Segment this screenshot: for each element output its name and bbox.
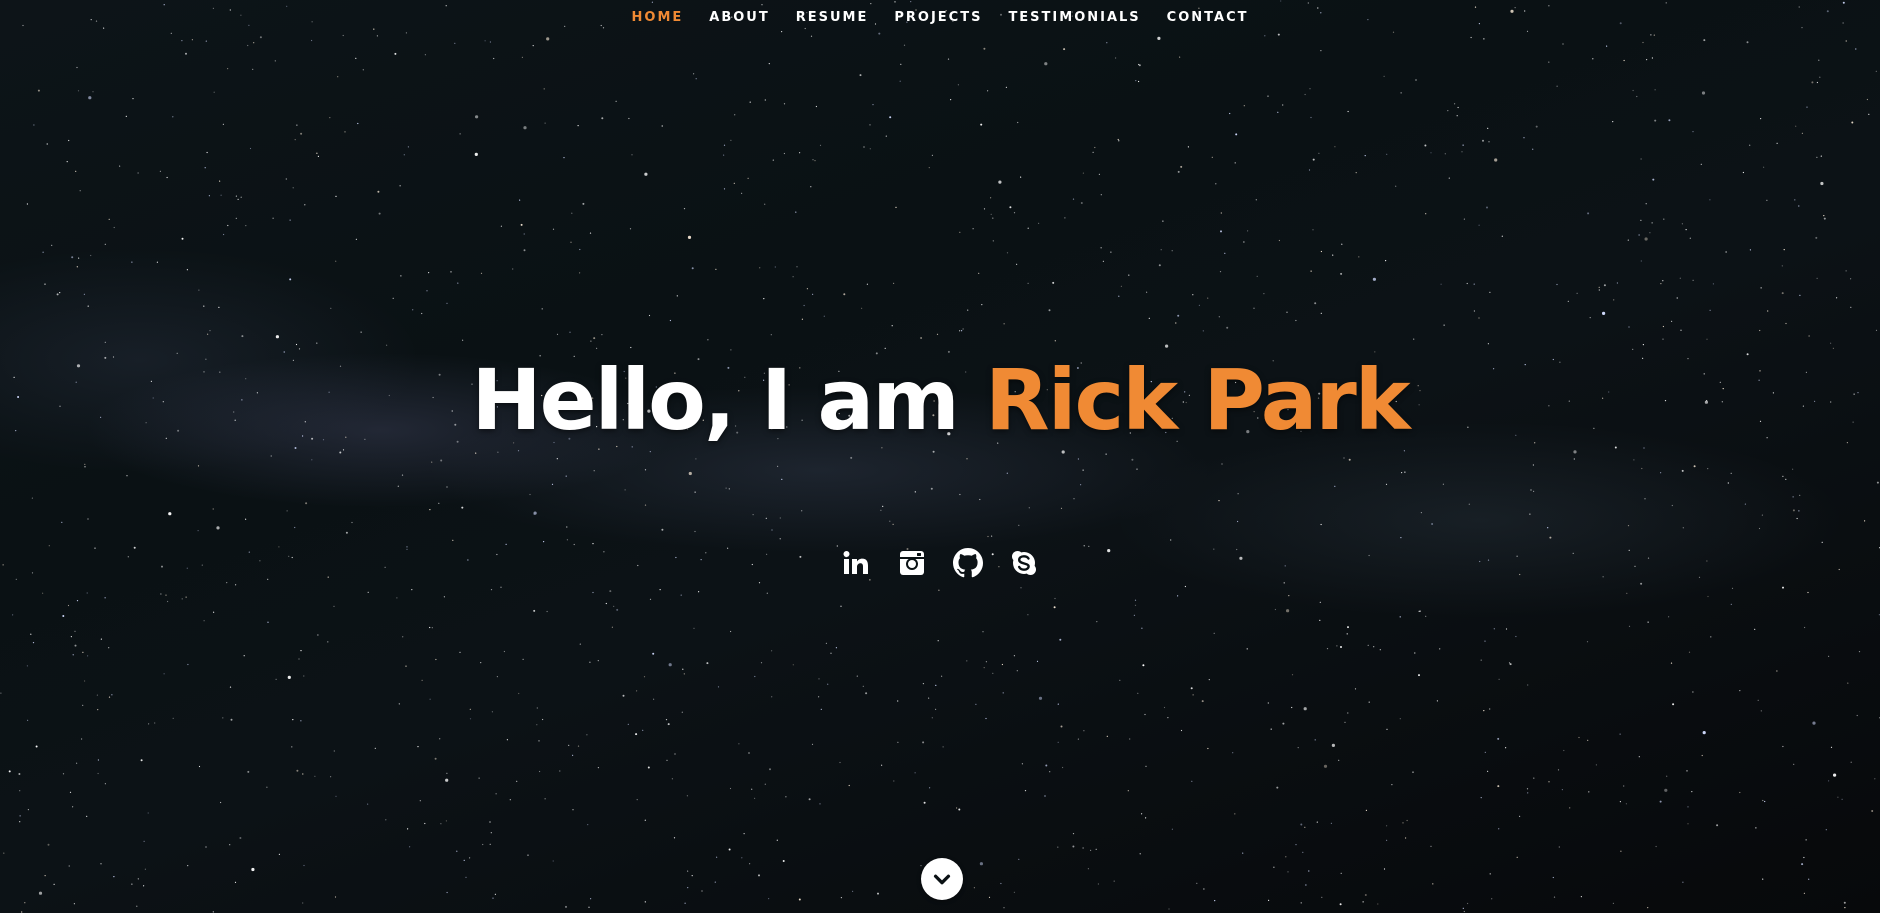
- hero-section: HOME ABOUT RESUME PROJECTS TESTIMONIALS …: [0, 0, 1880, 913]
- instagram-link[interactable]: [897, 548, 927, 578]
- github-icon: [953, 548, 983, 578]
- nav-item-projects: PROJECTS: [894, 8, 982, 26]
- instagram-icon: [900, 551, 924, 575]
- github-link[interactable]: [953, 548, 983, 578]
- nav-item-resume: RESUME: [796, 8, 869, 26]
- nav-link-about[interactable]: ABOUT: [709, 10, 769, 25]
- main-nav: HOME ABOUT RESUME PROJECTS TESTIMONIALS …: [0, 0, 1880, 34]
- nav-item-testimonials: TESTIMONIALS: [1008, 8, 1140, 26]
- nav-item-home: HOME: [632, 8, 684, 26]
- nav-item-about: ABOUT: [709, 8, 769, 26]
- scroll-down-button[interactable]: [921, 858, 963, 900]
- hero-headline: Hello, I am Rick Park: [0, 345, 1880, 455]
- nav-item-contact: CONTACT: [1167, 8, 1249, 26]
- nav-link-resume[interactable]: RESUME: [796, 10, 869, 25]
- skype-icon: [1012, 551, 1036, 575]
- social-links: [0, 548, 1880, 578]
- nav-link-contact[interactable]: CONTACT: [1167, 10, 1249, 25]
- linkedin-link[interactable]: [841, 548, 871, 578]
- skype-link[interactable]: [1009, 548, 1039, 578]
- nav-link-projects[interactable]: PROJECTS: [894, 10, 982, 25]
- chevron-down-icon: [933, 874, 951, 885]
- nav-link-testimonials[interactable]: TESTIMONIALS: [1008, 10, 1140, 25]
- linkedin-icon: [843, 551, 868, 574]
- nav-link-home[interactable]: HOME: [632, 10, 684, 25]
- hero-name: Rick Park: [985, 351, 1411, 449]
- hero-greeting: Hello, I am: [471, 351, 986, 449]
- nav-list: HOME ABOUT RESUME PROJECTS TESTIMONIALS …: [619, 8, 1262, 26]
- starfield-background: [0, 0, 1880, 913]
